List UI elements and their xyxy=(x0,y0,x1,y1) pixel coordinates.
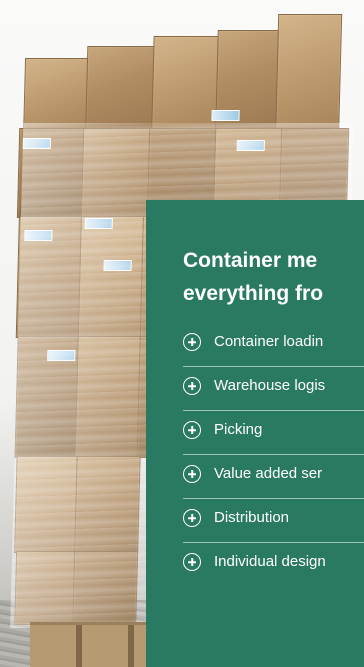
plus-circle-icon xyxy=(183,509,201,527)
services-panel: Container me everything fro Container lo… xyxy=(146,200,364,667)
page: Container me everything fro Container lo… xyxy=(0,0,364,667)
box xyxy=(275,14,343,130)
plus-circle-icon xyxy=(183,553,201,571)
service-item-picking[interactable]: Picking xyxy=(183,411,364,455)
services-list: Container loadin Warehouse logis Picking… xyxy=(183,323,364,586)
service-label: Individual design xyxy=(214,553,326,570)
service-item-warehouse-logistics[interactable]: Warehouse logis xyxy=(183,367,364,411)
service-label: Value added ser xyxy=(214,465,323,482)
box xyxy=(151,36,220,130)
service-label: Picking xyxy=(214,421,263,438)
shipping-label xyxy=(211,110,240,121)
service-item-value-added-services[interactable]: Value added ser xyxy=(183,455,364,499)
service-label: Distribution xyxy=(214,509,290,526)
service-label: Container loadin xyxy=(214,333,324,350)
plus-circle-icon xyxy=(183,421,201,439)
service-label: Warehouse logis xyxy=(214,377,326,394)
plus-circle-icon xyxy=(183,465,201,483)
service-item-distribution[interactable]: Distribution xyxy=(183,499,364,543)
box xyxy=(85,46,156,130)
box xyxy=(23,58,90,130)
plus-circle-icon xyxy=(183,333,201,351)
service-item-individual-design[interactable]: Individual design xyxy=(183,543,364,586)
plus-circle-icon xyxy=(183,377,201,395)
panel-title: Container me everything fro xyxy=(183,244,364,310)
service-item-container-loading[interactable]: Container loadin xyxy=(183,323,364,367)
panel-title-line-2: everything fro xyxy=(183,282,324,305)
panel-title-line-1: Container me xyxy=(183,249,318,272)
